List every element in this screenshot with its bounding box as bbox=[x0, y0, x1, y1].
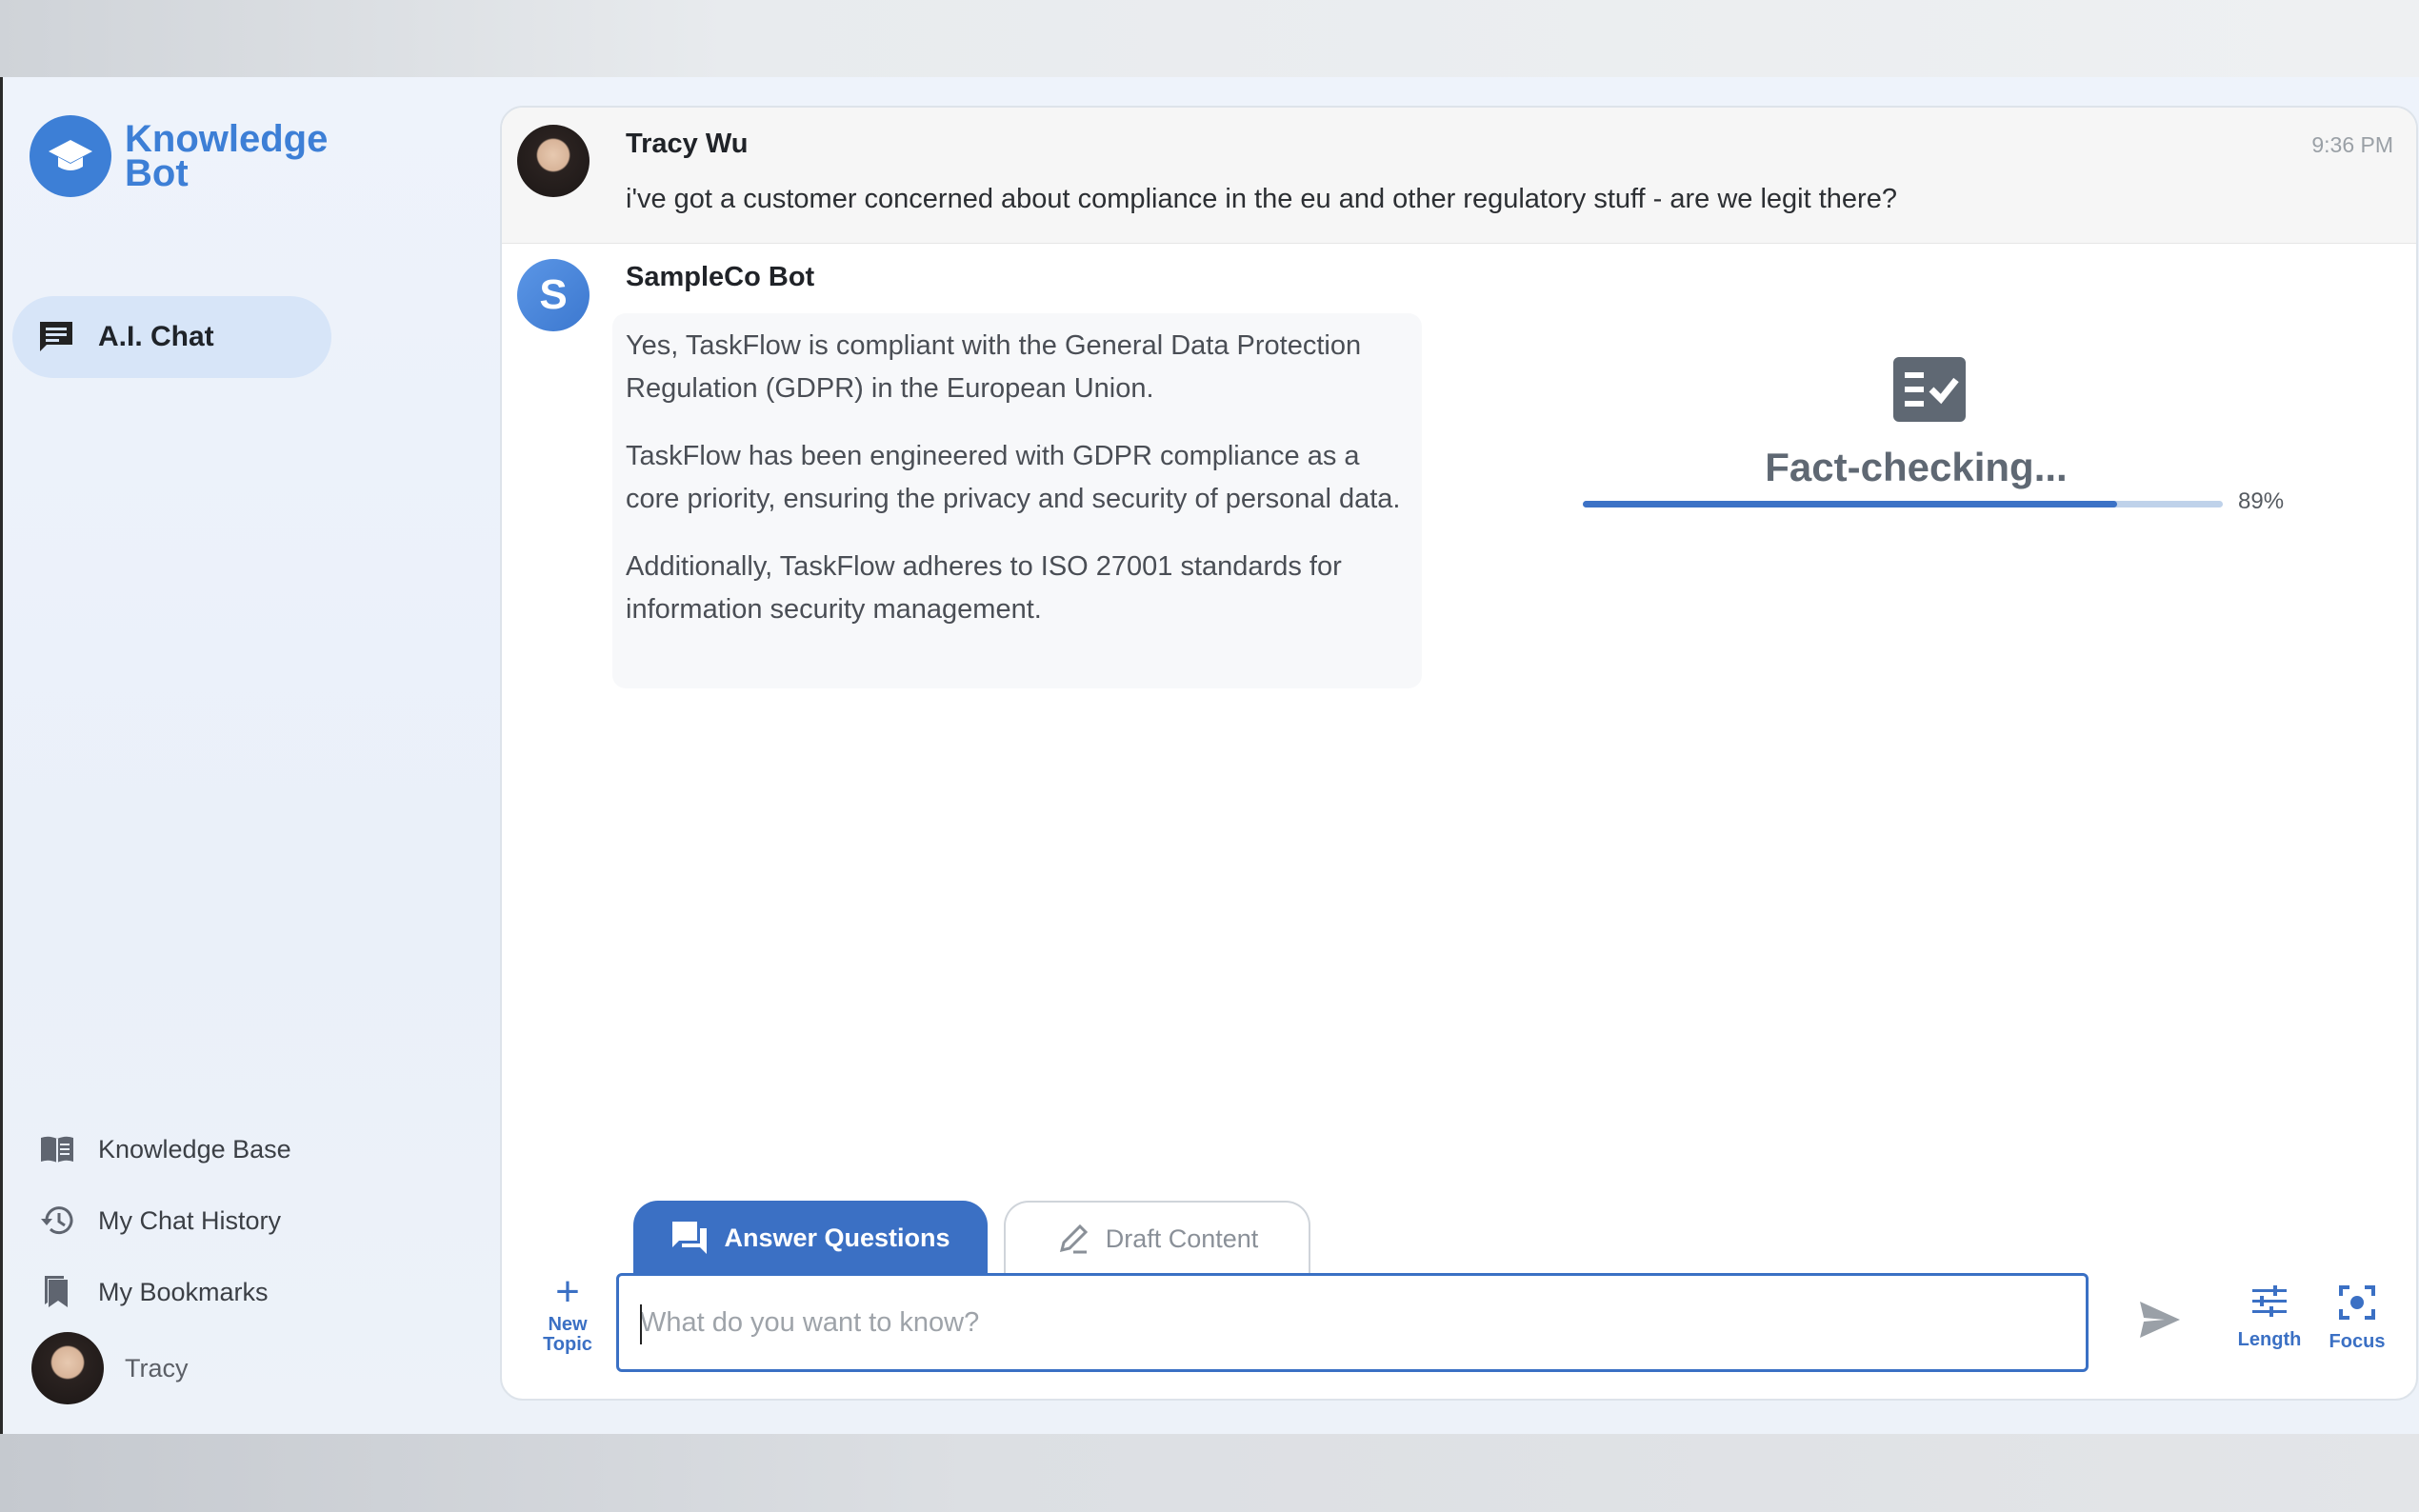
length-label: Length bbox=[2237, 1329, 2302, 1350]
graduation-cap-icon bbox=[30, 115, 111, 197]
user-name: Tracy bbox=[125, 1353, 189, 1383]
checklist-icon bbox=[1893, 357, 1966, 422]
focus-icon bbox=[2339, 1285, 2375, 1320]
send-icon[interactable] bbox=[2138, 1300, 2182, 1340]
message-sender: Tracy Wu bbox=[626, 129, 749, 159]
app-logo[interactable]: Knowledge Bot bbox=[30, 115, 353, 197]
new-topic-line-2: Topic bbox=[543, 1334, 592, 1355]
tab-answer-questions[interactable]: Answer Questions bbox=[633, 1201, 988, 1275]
tab-label: Draft Content bbox=[1105, 1224, 1259, 1253]
logo-line-2: Bot bbox=[125, 152, 189, 194]
sidebar-item-label: A.I. Chat bbox=[98, 321, 214, 352]
new-topic-button[interactable]: + New Topic bbox=[530, 1268, 605, 1355]
pencil-icon bbox=[1059, 1224, 1088, 1254]
chat-icon bbox=[40, 322, 72, 351]
tab-draft-content[interactable]: Draft Content bbox=[1004, 1201, 1310, 1275]
bot-message-bubble: Yes, TaskFlow is compliant with the Gene… bbox=[612, 313, 1422, 688]
tab-label: Answer Questions bbox=[724, 1223, 950, 1252]
sidebar: Knowledge Bot A.I. Chat Knowledge Base M… bbox=[3, 77, 498, 1434]
new-topic-label: New Topic bbox=[530, 1315, 605, 1355]
chat-panel: Tracy Wu 9:36 PM i've got a customer con… bbox=[500, 106, 2418, 1401]
progress-fill bbox=[1583, 501, 2118, 507]
bot-avatar: S bbox=[517, 259, 590, 331]
app-window: Knowledge Bot A.I. Chat Knowledge Base M… bbox=[0, 77, 2419, 1434]
new-topic-line-1: New bbox=[548, 1314, 588, 1335]
logo-line-1: Knowledge bbox=[125, 118, 329, 160]
sidebar-item-label: My Bookmarks bbox=[98, 1277, 269, 1306]
avatar bbox=[517, 125, 590, 197]
focus-label: Focus bbox=[2329, 1331, 2386, 1352]
screen-bottom-backdrop bbox=[0, 1434, 2419, 1512]
sidebar-item-chat-history[interactable]: My Chat History bbox=[39, 1200, 281, 1242]
bot-sender: SampleCo Bot bbox=[626, 262, 815, 292]
screen-top-backdrop bbox=[0, 0, 2419, 77]
book-icon bbox=[41, 1136, 73, 1163]
plus-icon: + bbox=[555, 1268, 580, 1315]
focus-button[interactable]: Focus bbox=[2319, 1284, 2395, 1353]
user-profile[interactable]: Tracy bbox=[31, 1332, 189, 1404]
bot-paragraph: TaskFlow has been engineered with GDPR c… bbox=[626, 441, 1401, 514]
question-input[interactable] bbox=[619, 1276, 2086, 1369]
bot-paragraph: Additionally, TaskFlow adheres to ISO 27… bbox=[626, 551, 1342, 625]
fact-check-status: Fact-checking... 89% bbox=[1583, 355, 2284, 546]
fact-check-progress-bar bbox=[1583, 501, 2223, 507]
message-text: i've got a customer concerned about comp… bbox=[626, 184, 1897, 214]
sidebar-item-label: My Chat History bbox=[98, 1205, 282, 1235]
forum-icon bbox=[672, 1222, 708, 1254]
progress-percent: 89% bbox=[2238, 488, 2285, 514]
user-message: Tracy Wu 9:36 PM i've got a customer con… bbox=[502, 108, 2416, 244]
fact-check-title: Fact-checking... bbox=[1765, 445, 2068, 489]
question-input-box bbox=[616, 1273, 2089, 1372]
bot-paragraph: Yes, TaskFlow is compliant with the Gene… bbox=[626, 330, 1362, 404]
logo-text: Knowledge Bot bbox=[125, 118, 353, 194]
tune-icon bbox=[2252, 1285, 2287, 1317]
sidebar-item-ai-chat[interactable]: A.I. Chat bbox=[12, 296, 331, 378]
length-button[interactable]: Length bbox=[2231, 1284, 2308, 1351]
sidebar-item-knowledge-base[interactable]: Knowledge Base bbox=[39, 1128, 291, 1170]
bookmark-icon bbox=[45, 1276, 68, 1307]
avatar bbox=[31, 1332, 104, 1404]
history-icon bbox=[41, 1206, 73, 1235]
message-time: 9:36 PM bbox=[2311, 132, 2393, 157]
sidebar-item-bookmarks[interactable]: My Bookmarks bbox=[39, 1271, 269, 1313]
sidebar-item-label: Knowledge Base bbox=[98, 1134, 291, 1164]
text-caret bbox=[640, 1304, 642, 1344]
